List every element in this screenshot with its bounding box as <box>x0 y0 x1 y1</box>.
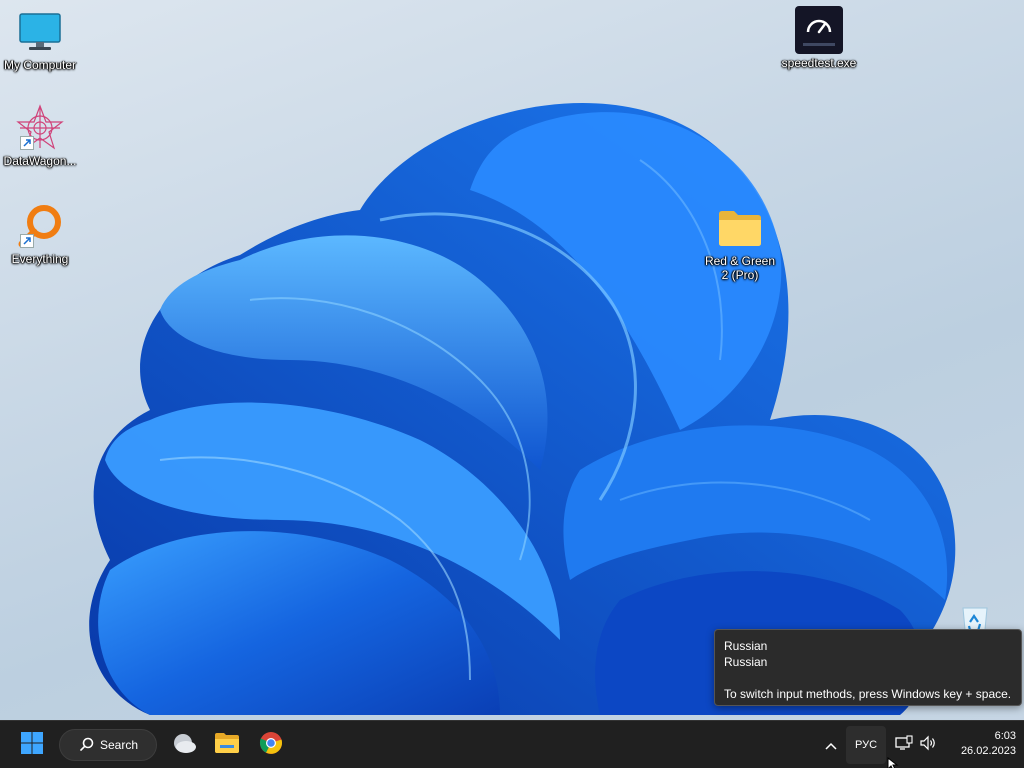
clock-time: 6:03 <box>994 730 1016 742</box>
monitor-icon <box>16 8 64 56</box>
desktop-icon-my-computer[interactable]: My Computer <box>0 8 80 72</box>
clock-date: 26.02.2023 <box>960 745 1016 757</box>
taskbar-clock[interactable]: 6:03 26.02.2023 <box>946 729 1016 759</box>
desktop-icon-label: My Computer <box>3 58 77 72</box>
volume-button[interactable] <box>916 727 940 763</box>
desktop-icon-speedtest[interactable]: speedtest.exe <box>779 6 859 70</box>
network-icon <box>895 735 913 755</box>
wallpaper-bloom <box>89 103 956 715</box>
windows-start-icon <box>20 731 44 759</box>
search-label: Search <box>100 738 139 752</box>
file-explorer-icon <box>214 732 240 758</box>
chevron-up-icon <box>824 736 838 755</box>
input-language-label: РУС <box>854 739 878 751</box>
shortcut-arrow-icon <box>20 234 34 248</box>
everything-search-icon <box>16 202 64 250</box>
show-hidden-icons-button[interactable] <box>820 727 842 763</box>
desktop-icon-everything[interactable]: Everything <box>0 202 80 266</box>
file-explorer-button[interactable] <box>209 727 245 763</box>
tooltip-keyboard-line: Russian <box>724 655 768 669</box>
desktop-icon-label: DataWagon... <box>3 154 77 168</box>
desktop-icon-datawagon[interactable]: DataWagon... <box>0 104 80 168</box>
tooltip-hint: To switch input methods, press Windows k… <box>724 687 1012 701</box>
start-button[interactable] <box>12 727 52 763</box>
desktop-icon-label: Everything <box>11 252 69 266</box>
desktop-icon-red-green-folder[interactable]: Red & Green 2 (Pro) <box>700 204 780 282</box>
taskbar-search[interactable]: Search <box>59 729 157 761</box>
folder-icon <box>716 204 764 252</box>
chrome-button[interactable] <box>253 727 289 763</box>
tooltip-language-line: Russian <box>724 639 768 653</box>
speedtest-icon <box>795 6 843 54</box>
search-icon <box>80 737 94 754</box>
mouse-cursor-icon <box>887 757 899 768</box>
desktop-icon-label: Red & Green 2 (Pro) <box>704 254 776 282</box>
weather-widget-button[interactable] <box>166 727 202 763</box>
volume-icon <box>919 735 937 755</box>
weather-widget-icon <box>171 732 197 758</box>
taskbar: Search РУС 6:03 26.02.2023 <box>0 720 1024 768</box>
chrome-icon <box>259 731 283 759</box>
desktop-icon-label: speedtest.exe <box>781 56 857 70</box>
input-method-tooltip: Russian Russian To switch input methods,… <box>714 629 1022 706</box>
shortcut-arrow-icon <box>20 136 34 150</box>
input-language-button[interactable]: РУС <box>846 726 886 764</box>
datawagon-icon <box>16 104 64 152</box>
